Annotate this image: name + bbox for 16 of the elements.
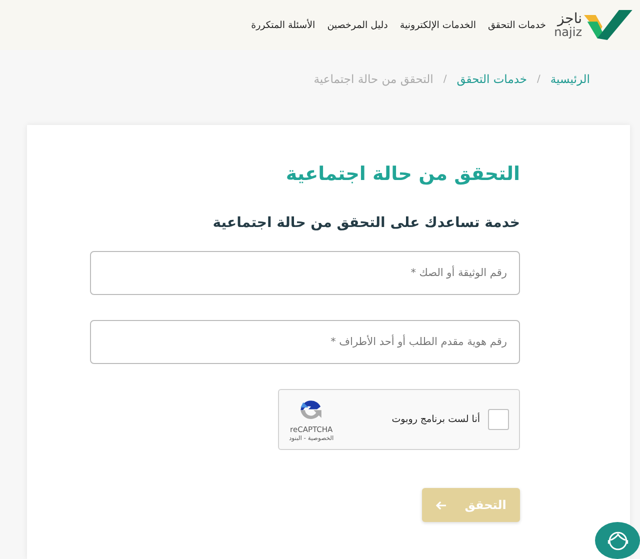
- input-field[interactable]: رقم الوثيقة أو الصك *: [90, 251, 520, 295]
- logo-text: najiz: [554, 26, 582, 38]
- check-mark-icon: [584, 8, 634, 42]
- nav-link[interactable]: دليل المرخصين: [327, 20, 388, 30]
- page-subtitle: خدمة تساعدك على التحقق من حالة اجتماعية: [212, 215, 520, 231]
- arrow-left-icon: [436, 500, 447, 510]
- breadcrumb-separator: /: [443, 74, 447, 84]
- nav-link[interactable]: الخدمات الإلكترونية: [400, 20, 476, 30]
- checkbox-label: أنا لست برنامج روبوت: [392, 414, 480, 425]
- page-title: التحقق من حالة اجتماعية: [284, 163, 520, 187]
- input-field[interactable]: رقم هوية مقدم الطلب أو أحد الأطراف *: [90, 320, 520, 364]
- nav-link[interactable]: الأسئلة المتكررة: [251, 20, 316, 30]
- checkbox[interactable]: [488, 409, 509, 430]
- nav-link[interactable]: خدمات التحقق: [488, 20, 546, 30]
- logo-text: ناجز: [556, 12, 582, 26]
- breadcrumb-separator: /: [537, 74, 540, 84]
